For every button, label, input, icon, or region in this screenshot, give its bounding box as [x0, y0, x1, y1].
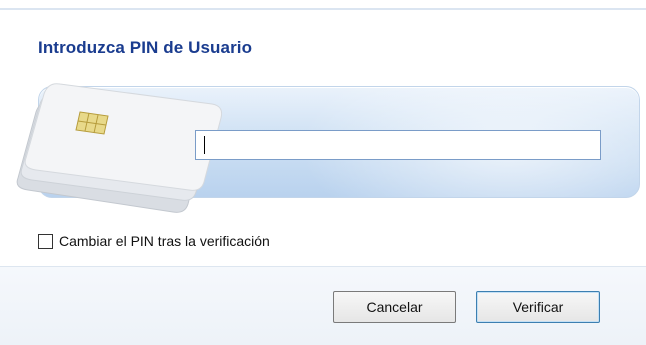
change-pin-checkbox[interactable]	[38, 233, 53, 249]
text-caret	[204, 136, 205, 154]
pin-dialog: Introduzca PIN de Usuario Cambiar el PIN…	[0, 0, 646, 345]
cancel-button[interactable]: Cancelar	[333, 291, 456, 323]
dialog-title: Introduzca PIN de Usuario	[38, 38, 253, 57]
pin-input[interactable]	[195, 130, 601, 160]
change-pin-option[interactable]: Cambiar el PIN tras la verificación	[38, 232, 270, 250]
top-divider	[0, 8, 646, 10]
change-pin-label: Cambiar el PIN tras la verificación	[59, 233, 270, 249]
verify-button[interactable]: Verificar	[476, 291, 600, 323]
